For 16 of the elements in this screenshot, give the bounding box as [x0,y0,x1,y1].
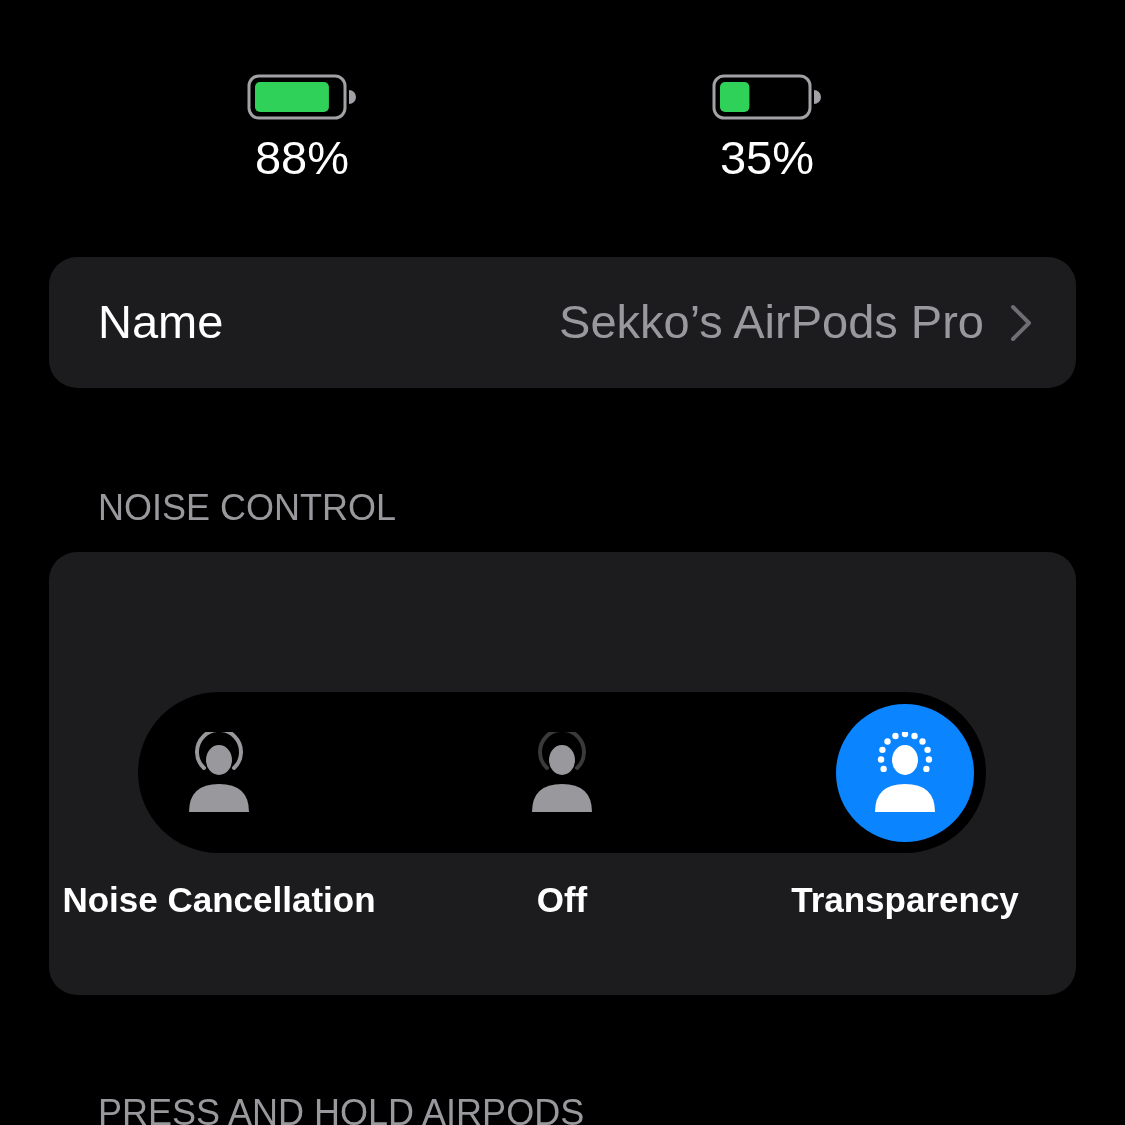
mode-label: Transparency [790,882,1020,917]
person-icon [873,732,937,814]
chevron-icon [1010,303,1032,342]
battery-percentage: 35% [719,134,815,181]
mode-label: Off [535,882,589,917]
name-value: Sekko’s AirPods Pro [559,294,984,351]
mode-label: Noise Cancellation [61,882,377,917]
name-label: Name [98,294,225,351]
battery-percentage: 88% [254,134,350,181]
battery-icon [712,74,822,120]
name-row[interactable]: Name Sekko’s AirPods Pro [49,257,1076,388]
person-icon [530,732,594,814]
battery-icon [247,74,357,120]
section-header: NOISE CONTROL [98,490,398,526]
section-header: PRESS AND HOLD AIRPODS [98,1095,586,1125]
person-icon [187,732,251,814]
